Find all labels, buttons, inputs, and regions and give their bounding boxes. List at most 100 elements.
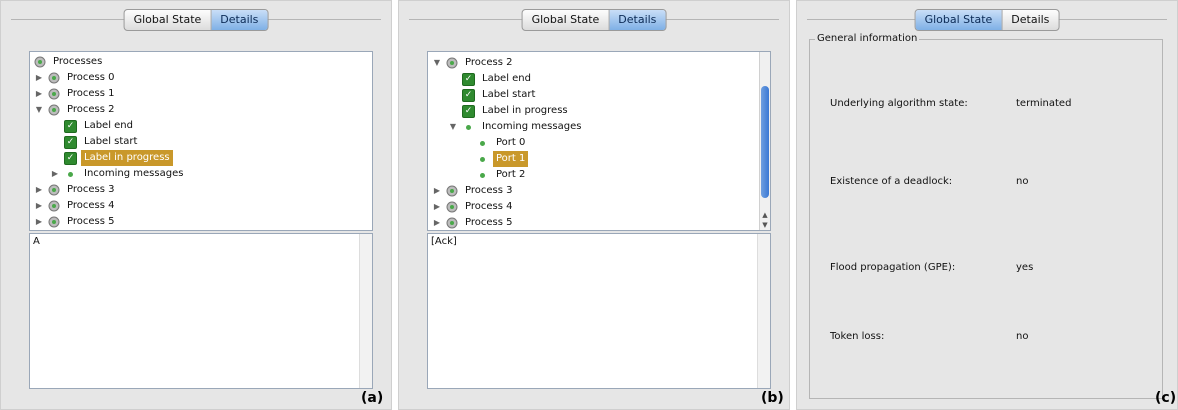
expand-arrow-icon[interactable]: ▶ xyxy=(34,70,44,86)
tab-details[interactable]: Details xyxy=(1001,10,1058,30)
expand-arrow-icon[interactable]: ▶ xyxy=(432,199,442,215)
tree-row-label-selected[interactable]: ✓ Label in progress xyxy=(64,150,173,166)
tab-global-state[interactable]: Global State xyxy=(523,10,609,30)
tree-row-label[interactable]: ✓ Label in progress xyxy=(462,103,571,119)
checkbox-checked-icon: ✓ xyxy=(64,135,77,149)
detail-text-area[interactable]: [Ack] xyxy=(427,233,771,389)
tree-row-label[interactable]: ✓ Label end xyxy=(64,118,136,134)
tree-label: Port 2 xyxy=(496,169,526,180)
collapse-arrow-icon[interactable]: ▼ xyxy=(448,119,458,135)
tree-row-process[interactable]: ▶ Process 4 xyxy=(432,199,515,215)
tree-label: Label in progress xyxy=(482,105,568,116)
bullet-dot-icon xyxy=(480,140,485,146)
panel-tag: (a) xyxy=(361,390,384,406)
panel-b: Global State Details ▼ Process 2 ✓ Label… xyxy=(398,0,790,410)
info-value: terminated xyxy=(1016,98,1072,109)
expand-arrow-icon[interactable]: ▶ xyxy=(432,215,442,230)
tree-label: Process 5 xyxy=(67,216,115,227)
tab-global-state[interactable]: Global State xyxy=(915,10,1002,30)
expand-arrow-icon[interactable]: ▶ xyxy=(34,214,44,230)
text-scrollbar[interactable] xyxy=(757,234,770,388)
scroll-up-arrow-icon[interactable]: ▲ xyxy=(760,210,770,220)
bullet-dot-icon xyxy=(480,156,485,162)
gear-process-icon xyxy=(48,216,60,228)
info-value: yes xyxy=(1016,262,1034,273)
tree-row-process[interactable]: ▶ Process 4 xyxy=(34,198,117,214)
tree-row-label[interactable]: ✓ Label end xyxy=(462,71,534,87)
tab-bar: Global State Details xyxy=(914,9,1060,31)
tree-row-process[interactable]: ▶ Process 5 xyxy=(432,215,515,230)
collapse-arrow-icon[interactable]: ▼ xyxy=(432,55,442,71)
panel-a: Global State Details Processes ▶ Process… xyxy=(0,0,392,410)
tree-row-process[interactable]: ▶ Process 5 xyxy=(34,214,117,230)
tree-scrollbar[interactable]: ▲ ▼ xyxy=(759,52,770,230)
tree-row-messages[interactable]: ▼ Incoming messages xyxy=(448,119,584,135)
tree-row-process[interactable]: ▶ Process 0 xyxy=(34,70,117,86)
text-scrollbar[interactable] xyxy=(359,234,372,388)
collapse-arrow-icon[interactable]: ▼ xyxy=(34,102,44,118)
process-tree[interactable]: Processes ▶ Process 0 ▶ Process 1 ▼ Proc… xyxy=(29,51,373,231)
panel-c: Global State Details General information… xyxy=(796,0,1178,410)
tree-label: Process 0 xyxy=(67,72,115,83)
tree-label: Process 4 xyxy=(67,200,115,211)
gear-process-icon xyxy=(48,72,60,84)
panel-tag: (b) xyxy=(761,390,784,406)
tree-label: Label start xyxy=(482,89,536,100)
tree-row-label[interactable]: ✓ Label start xyxy=(462,87,538,103)
gear-process-icon xyxy=(446,217,458,229)
gear-process-icon xyxy=(446,57,458,69)
gear-process-icon xyxy=(48,200,60,212)
tab-details[interactable]: Details xyxy=(608,10,666,30)
panel-tag: (c) xyxy=(1155,390,1177,406)
tree-label: Process 5 xyxy=(465,217,513,228)
scroll-thumb[interactable] xyxy=(761,86,769,198)
tree-label: Label end xyxy=(84,120,133,131)
detail-text: [Ack] xyxy=(431,236,457,247)
tree-row-processes[interactable]: Processes xyxy=(34,54,105,70)
checkbox-checked-icon: ✓ xyxy=(64,119,77,133)
expand-arrow-icon[interactable]: ▶ xyxy=(34,198,44,214)
tree-label: Process 1 xyxy=(67,88,115,99)
gear-process-icon xyxy=(48,184,60,196)
tree-label: Process 2 xyxy=(465,57,513,68)
tree-label: Process 3 xyxy=(465,185,513,196)
tree-label: Incoming messages xyxy=(84,168,184,179)
expand-arrow-icon[interactable]: ▶ xyxy=(432,183,442,199)
expand-arrow-icon[interactable]: ▶ xyxy=(34,86,44,102)
scroll-down-arrow-icon[interactable]: ▼ xyxy=(760,220,770,230)
tree-row-port-selected[interactable]: Port 1 xyxy=(476,151,529,167)
tree-label: Label start xyxy=(84,136,138,147)
tree-row-process[interactable]: ▶ Process 3 xyxy=(34,182,117,198)
tree-row-process[interactable]: ▼ Process 2 xyxy=(432,55,515,71)
tree-label: Process 2 xyxy=(67,104,115,115)
tree-row-process[interactable]: ▶ Process 3 xyxy=(432,183,515,199)
info-label: Underlying algorithm state: xyxy=(830,98,968,109)
detail-text: A xyxy=(33,236,40,247)
general-information-group: General information xyxy=(809,33,1163,399)
gear-process-icon xyxy=(446,185,458,197)
expand-arrow-icon[interactable]: ▶ xyxy=(50,166,60,182)
expand-arrow-icon[interactable]: ▶ xyxy=(34,182,44,198)
tab-bar: Global State Details xyxy=(123,9,269,31)
tree-row-messages[interactable]: ▶ Incoming messages xyxy=(50,166,186,182)
tree-label: Port 1 xyxy=(493,151,529,167)
tree-row-process[interactable]: ▶ Process 1 xyxy=(34,86,117,102)
checkbox-checked-icon: ✓ xyxy=(64,151,77,165)
info-label: Flood propagation (GPE): xyxy=(830,262,956,273)
tab-global-state[interactable]: Global State xyxy=(125,10,211,30)
tab-details[interactable]: Details xyxy=(210,10,268,30)
process-tree[interactable]: ▼ Process 2 ✓ Label end ✓ Label start ✓ … xyxy=(427,51,771,231)
tree-row-process[interactable]: ▼ Process 2 xyxy=(34,102,117,118)
tree-row-port[interactable]: Port 2 xyxy=(476,167,528,183)
tree-label: Process 4 xyxy=(465,201,513,212)
tree-row-port[interactable]: Port 0 xyxy=(476,135,528,151)
tree-label: Label end xyxy=(482,73,531,84)
scroll-up-arrow-icon[interactable] xyxy=(760,52,770,62)
detail-text-area[interactable]: A xyxy=(29,233,373,389)
tree-row-label[interactable]: ✓ Label start xyxy=(64,134,140,150)
checkbox-checked-icon: ✓ xyxy=(462,72,475,86)
info-label: Token loss: xyxy=(830,331,885,342)
bullet-dot-icon xyxy=(480,172,485,178)
bullet-dot-icon xyxy=(466,124,471,130)
tree-label: Incoming messages xyxy=(482,121,582,132)
